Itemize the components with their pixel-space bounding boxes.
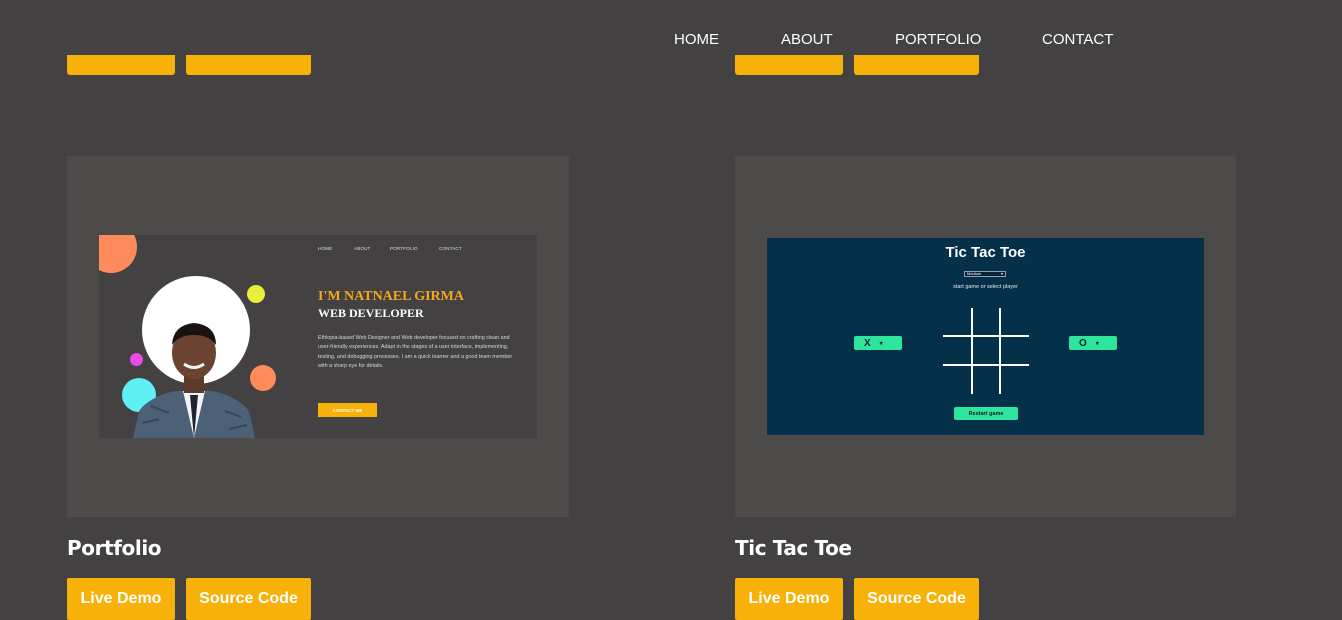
nav-home-link[interactable]: HOME [674,31,719,48]
preview-contact-button: CONTACT ME [318,403,377,417]
live-demo-button-prev-right[interactable] [735,55,843,75]
nav-portfolio-link[interactable]: PORTFOLIO [895,31,981,48]
preview-player-o-button: O ▾ [1069,336,1117,350]
portfolio-project-title: Portfolio [67,536,162,560]
preview-description: Ethiopia-based Web Designer and Web deve… [318,335,513,369]
caret-down-icon: ▾ [1095,340,1099,347]
board-line-v1 [971,308,973,394]
chevron-down-icon: ▾ [1000,271,1003,276]
player-o-label: O [1079,337,1087,349]
live-demo-button-prev-left[interactable] [67,55,175,75]
preview-game-subtitle: start game or select player [953,284,1018,290]
preview-difficulty-select: Medium ▾ [964,271,1006,277]
preview-restart-button: Restart game [954,407,1018,420]
preview-nav-home: HOME [318,246,333,251]
caret-down-icon: ▾ [879,340,883,347]
source-code-button-prev-left[interactable] [186,55,311,75]
board-line-h2 [943,364,1029,366]
page: HOME ABOUT PORTFOLIO CONTACT HOME ABOUT … [0,0,1342,620]
preview-nav-about: ABOUT [354,246,371,251]
nav-contact-link[interactable]: CONTACT [1042,31,1113,48]
tictactoe-live-demo-button[interactable]: Live Demo [735,578,843,620]
nav-about-link[interactable]: ABOUT [781,31,833,48]
profile-photo-image [133,323,255,438]
board-line-h1 [943,335,1029,337]
tictactoe-project-title: Tic Tac Toe [735,536,852,560]
source-code-button-prev-right[interactable] [854,55,979,75]
tictactoe-source-code-button[interactable]: Source Code [854,578,979,620]
board-line-v2 [999,308,1001,394]
portfolio-live-demo-button[interactable]: Live Demo [67,578,175,620]
preview-game-title: Tic Tac Toe [945,244,1026,261]
tictactoe-screenshot: Tic Tac Toe Medium ▾ start game or selec… [767,238,1204,435]
preview-difficulty-value: Medium [967,271,982,276]
portfolio-project-image: HOME ABOUT PORTFOLIO CONTACT I'M NATNAEL… [67,156,569,517]
player-x-label: X [864,337,871,349]
preview-player-x-button: X ▾ [854,336,902,350]
preview-name-heading: I'M NATNAEL GIRMA [318,289,464,304]
tictactoe-project-image: Tic Tac Toe Medium ▾ start game or selec… [735,156,1236,517]
preview-role-heading: WEB DEVELOPER [318,306,424,320]
portfolio-source-code-button[interactable]: Source Code [186,578,311,620]
preview-nav-portfolio: PORTFOLIO [390,246,418,251]
decor-circle-orange [99,235,137,273]
preview-nav-contact: CONTACT [439,246,462,251]
portfolio-screenshot: HOME ABOUT PORTFOLIO CONTACT I'M NATNAEL… [99,235,537,438]
